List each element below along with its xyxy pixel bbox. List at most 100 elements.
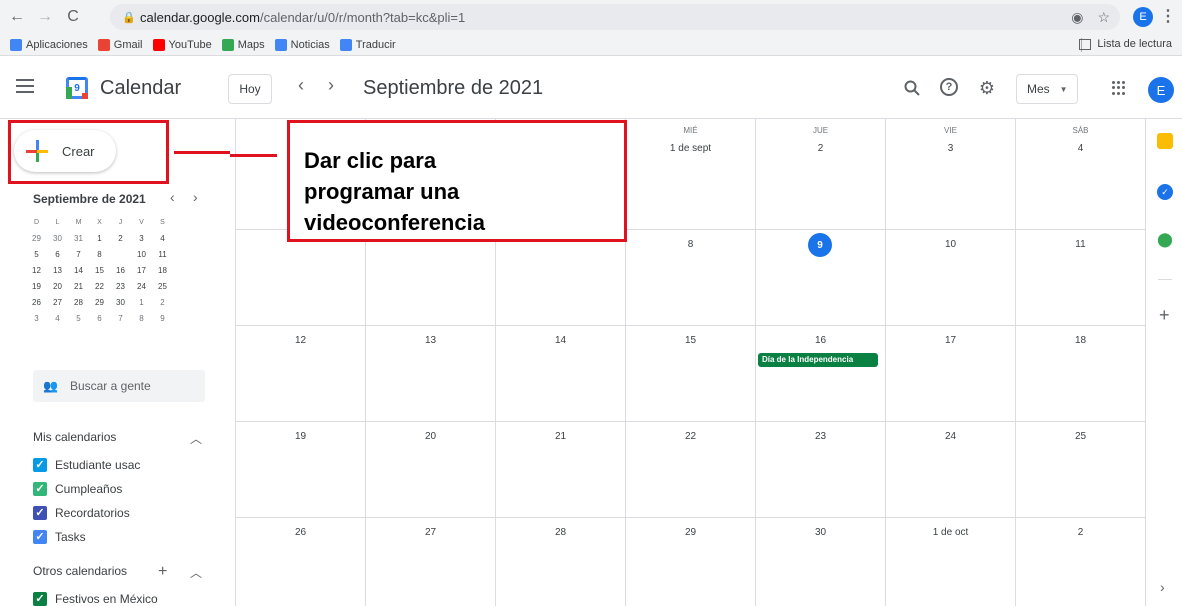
calendar-item[interactable]: ✓ Festivos en México [33, 592, 158, 606]
day-cell[interactable]: 12 [236, 326, 366, 421]
mini-day[interactable]: 31 [68, 231, 89, 247]
date-number[interactable]: 21 [496, 431, 625, 442]
mini-day[interactable]: 1 [89, 231, 110, 247]
keep-icon[interactable] [1157, 133, 1173, 149]
day-cell[interactable]: SÁB 4 [1016, 119, 1146, 229]
google-apps-icon[interactable] [1112, 81, 1126, 95]
date-number[interactable]: 2 [1016, 527, 1145, 538]
browser-menu-icon[interactable]: ⋮ [1160, 6, 1176, 26]
mini-day[interactable]: 28 [68, 295, 89, 311]
bookmark-translate[interactable]: Traducir [339, 38, 396, 51]
mini-day[interactable]: 25 [152, 279, 173, 295]
mini-day[interactable]: 21 [68, 279, 89, 295]
date-number[interactable]: 10 [886, 239, 1015, 250]
day-cell[interactable]: 17 [886, 326, 1016, 421]
date-number[interactable]: 1 de oct [886, 527, 1015, 538]
mini-day-today[interactable]: 9 [110, 246, 131, 263]
checkbox-checked-icon[interactable]: ✓ [33, 506, 47, 520]
settings-gear-icon[interactable]: ⚙ [977, 78, 997, 98]
mini-day[interactable]: 17 [131, 263, 152, 279]
mini-day[interactable]: 2 [110, 231, 131, 247]
day-cell[interactable]: 29 [626, 518, 756, 606]
day-cell[interactable]: 10 [886, 230, 1016, 325]
reload-icon[interactable]: C [62, 6, 84, 28]
forward-icon[interactable]: → [34, 6, 56, 28]
date-number[interactable]: 16 [756, 335, 885, 346]
expand-panel-icon[interactable]: › [1160, 579, 1165, 595]
mini-day[interactable]: 5 [68, 311, 89, 327]
day-cell[interactable]: 11 [1016, 230, 1146, 325]
mini-day[interactable]: 2 [152, 295, 173, 311]
star-icon[interactable]: ☆ [1097, 9, 1110, 26]
day-cell[interactable]: 25 [1016, 422, 1146, 517]
date-number[interactable]: 20 [366, 431, 495, 442]
mini-day[interactable]: 1 [131, 295, 152, 311]
bookmark-news[interactable]: Noticias [274, 38, 330, 51]
day-cell[interactable]: JUE 2 [756, 119, 886, 229]
mini-day[interactable]: 8 [89, 247, 110, 263]
date-number[interactable]: 27 [366, 527, 495, 538]
day-cell[interactable]: 30 [756, 518, 886, 606]
date-number[interactable]: 19 [236, 431, 365, 442]
date-number[interactable]: 17 [886, 335, 1015, 346]
mini-day[interactable]: 7 [68, 247, 89, 263]
date-number[interactable]: 4 [1016, 143, 1145, 154]
bookmark-apps[interactable]: Aplicaciones [10, 38, 88, 51]
day-cell[interactable]: 21 [496, 422, 626, 517]
add-calendar-icon[interactable]: + [158, 563, 167, 581]
mini-day[interactable]: 13 [47, 263, 68, 279]
date-number[interactable]: 14 [496, 335, 625, 346]
previous-month-icon[interactable]: ‹ [298, 75, 304, 96]
mini-day[interactable]: 27 [47, 295, 68, 311]
account-avatar[interactable]: E [1148, 77, 1174, 103]
mini-day[interactable]: 4 [152, 231, 173, 247]
add-addon-icon[interactable]: + [1159, 305, 1170, 326]
mini-day[interactable]: 30 [110, 295, 131, 311]
mini-day[interactable]: 6 [47, 247, 68, 263]
day-cell[interactable]: 19 [236, 422, 366, 517]
calendar-item[interactable]: ✓ Estudiante usac [33, 458, 140, 472]
mini-day[interactable]: 24 [131, 279, 152, 295]
date-number[interactable]: 24 [886, 431, 1015, 442]
bookmark-gmail[interactable]: Gmail [97, 38, 143, 51]
day-cell[interactable]: 9 [756, 230, 886, 325]
main-menu-icon[interactable] [16, 79, 34, 93]
mini-day[interactable]: 11 [152, 247, 173, 263]
date-number[interactable]: 11 [1016, 239, 1145, 250]
day-cell[interactable]: 26 [236, 518, 366, 606]
date-number[interactable]: 13 [366, 335, 495, 346]
day-cell[interactable]: 16 Día de la Independencia [756, 326, 886, 421]
date-number[interactable]: 22 [626, 431, 755, 442]
day-cell[interactable]: VIE 3 [886, 119, 1016, 229]
mini-day[interactable]: 20 [47, 279, 68, 295]
day-cell[interactable]: 27 [366, 518, 496, 606]
day-cell[interactable]: 23 [756, 422, 886, 517]
mini-day[interactable]: 9 [152, 311, 173, 327]
date-number[interactable]: 30 [756, 527, 885, 538]
day-cell[interactable]: 20 [366, 422, 496, 517]
mini-day[interactable]: 30 [47, 231, 68, 247]
view-selector[interactable]: Mes ▼ [1016, 74, 1078, 104]
reading-list[interactable]: Lista de lectura [1079, 38, 1172, 50]
collapse-my-calendars-icon[interactable]: ︿ [190, 430, 202, 447]
mini-day[interactable]: 6 [89, 311, 110, 327]
day-cell[interactable]: 22 [626, 422, 756, 517]
eye-icon[interactable]: ◉ [1071, 9, 1083, 26]
other-calendars-title[interactable]: Otros calendarios [33, 564, 127, 578]
day-cell[interactable]: MIÉ 1 de sept [626, 119, 756, 229]
mini-day[interactable]: 14 [68, 263, 89, 279]
mini-day[interactable]: 4 [47, 311, 68, 327]
search-people-input[interactable]: 👥 Buscar a gente [33, 370, 205, 402]
collapse-other-calendars-icon[interactable]: ︿ [190, 564, 202, 581]
day-cell[interactable]: 15 [626, 326, 756, 421]
day-cell[interactable]: 1 de oct [886, 518, 1016, 606]
day-cell[interactable] [236, 230, 366, 325]
day-cell[interactable]: 28 [496, 518, 626, 606]
mini-day[interactable]: 15 [89, 263, 110, 279]
back-icon[interactable]: ← [6, 6, 28, 28]
date-number[interactable]: 29 [626, 527, 755, 538]
date-number[interactable]: 15 [626, 335, 755, 346]
search-icon[interactable] [902, 78, 922, 98]
date-number[interactable]: 23 [756, 431, 885, 442]
day-cell[interactable]: 24 [886, 422, 1016, 517]
